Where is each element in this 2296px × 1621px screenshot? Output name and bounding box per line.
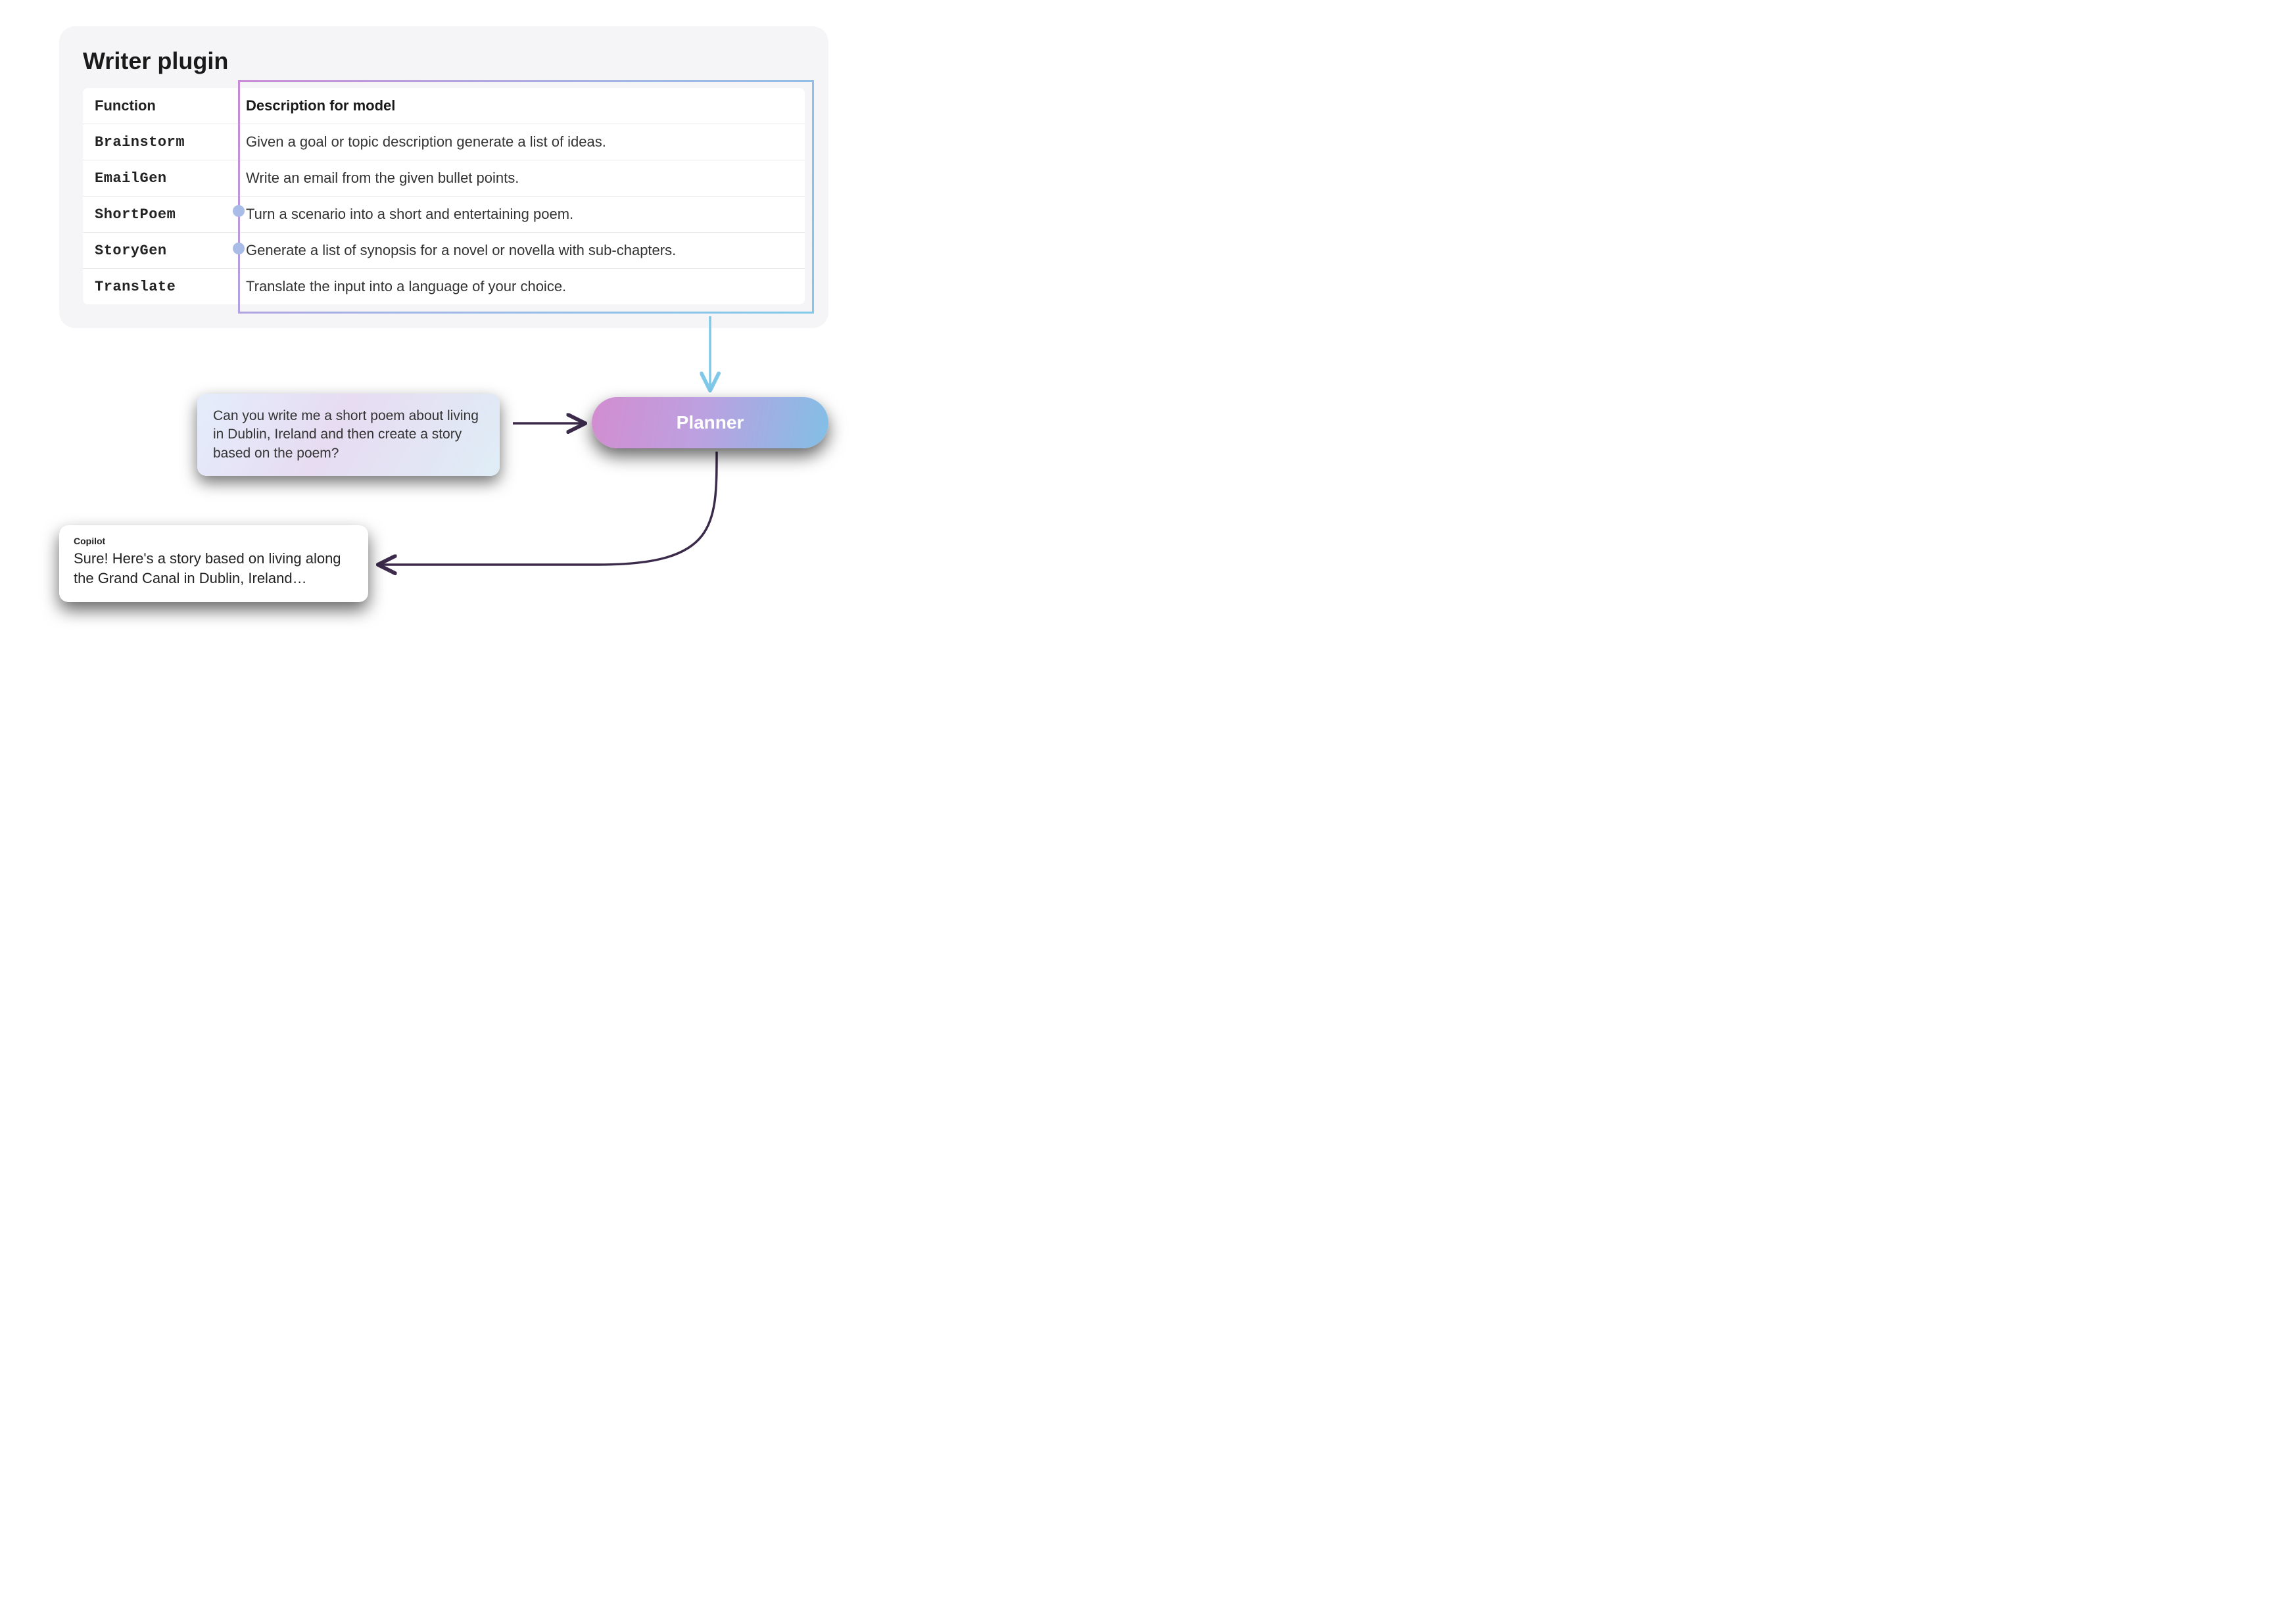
fn-desc: Turn a scenario into a short and enterta…	[234, 197, 805, 232]
header-function: Function	[83, 88, 234, 124]
table-row: StoryGen Generate a list of synopsis for…	[83, 233, 805, 269]
connector-dot-shortpoem	[233, 205, 245, 217]
connector-dot-storygen	[233, 243, 245, 254]
table-row: Brainstorm Given a goal or topic descrip…	[83, 124, 805, 160]
fn-name: StoryGen	[83, 233, 234, 268]
fn-desc: Given a goal or topic description genera…	[234, 124, 805, 160]
planner-label: Planner	[677, 412, 744, 433]
table-row: EmailGen Write an email from the given b…	[83, 160, 805, 197]
user-prompt-bubble: Can you write me a short poem about livi…	[197, 394, 500, 476]
fn-name: Brainstorm	[83, 125, 234, 160]
function-table: Function Description for model Brainstor…	[83, 88, 805, 304]
plugin-title: Writer plugin	[83, 47, 805, 75]
table-row: Translate Translate the input into a lan…	[83, 269, 805, 304]
copilot-label: Copilot	[74, 536, 354, 546]
fn-name: EmailGen	[83, 161, 234, 196]
fn-name: Translate	[83, 270, 234, 304]
user-prompt-text: Can you write me a short poem about livi…	[213, 408, 479, 461]
copilot-text: Sure! Here's a story based on living alo…	[74, 549, 354, 588]
header-description: Description for model	[234, 88, 805, 124]
fn-name: ShortPoem	[83, 197, 234, 232]
fn-desc: Generate a list of synopsis for a novel …	[234, 233, 805, 268]
table-header-row: Function Description for model	[83, 88, 805, 124]
fn-desc: Translate the input into a language of y…	[234, 269, 805, 304]
table-row: ShortPoem Turn a scenario into a short a…	[83, 197, 805, 233]
planner-node: Planner	[592, 397, 828, 448]
flow-stage: Can you write me a short poem about livi…	[59, 328, 881, 657]
fn-desc: Write an email from the given bullet poi…	[234, 160, 805, 196]
plugin-card: Writer plugin Function Description for m…	[59, 26, 828, 328]
copilot-response-card: Copilot Sure! Here's a story based on li…	[59, 525, 368, 602]
